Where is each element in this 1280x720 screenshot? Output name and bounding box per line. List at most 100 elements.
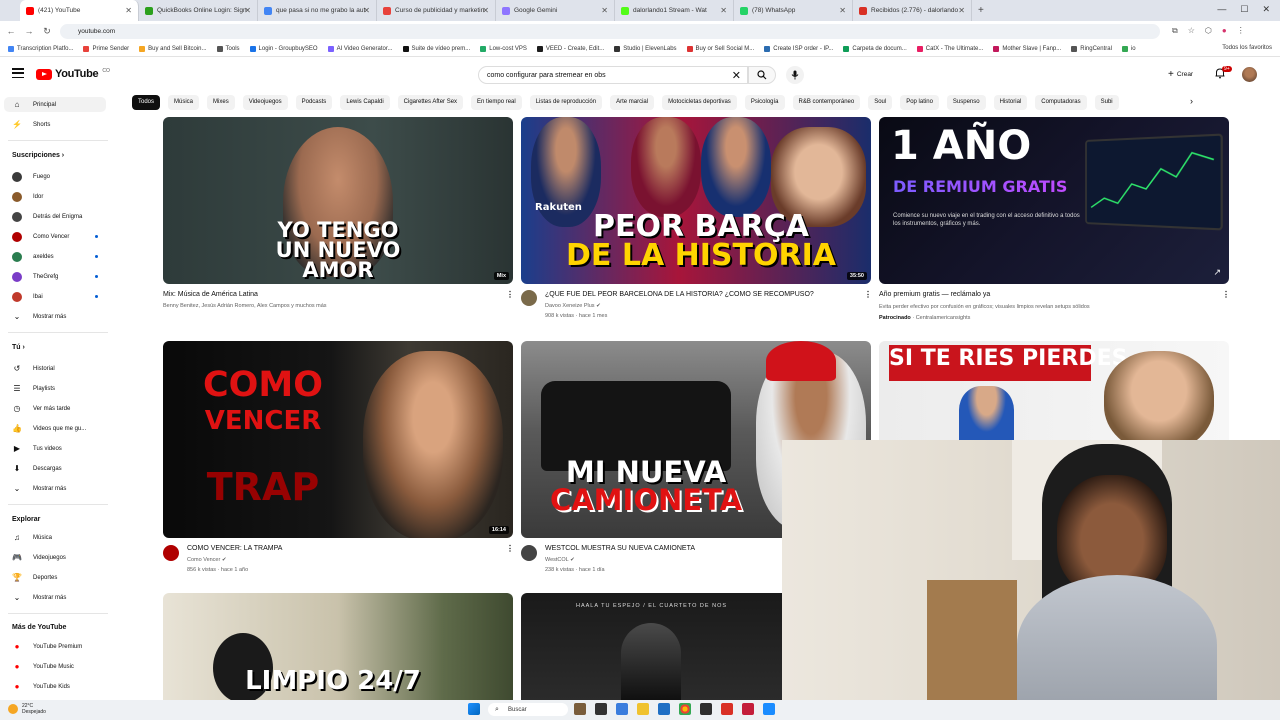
- filter-chip[interactable]: Música: [168, 94, 200, 110]
- bookmark-item[interactable]: Transcription Platfo...: [8, 45, 73, 52]
- sidebar-subscription-item[interactable]: Fuego: [4, 169, 106, 184]
- chrome-icon[interactable]: [679, 703, 691, 715]
- bookmark-item[interactable]: Low-cost VPS: [480, 45, 527, 52]
- channel-name[interactable]: Davoo Xeneize Plus ✔: [545, 303, 601, 309]
- bookmark-item[interactable]: Login - GroupbuySEO: [249, 45, 318, 52]
- menu-icon[interactable]: [12, 68, 24, 78]
- filter-chip[interactable]: Soul: [868, 94, 893, 110]
- video-title[interactable]: WESTCOL MUESTRA SU NUEVA CAMIONETA: [545, 545, 695, 552]
- browser-tab[interactable]: Curso de publicidad y marketin ✕: [377, 0, 496, 21]
- sidebar-item[interactable]: ◷ Ver más tarde: [4, 401, 106, 416]
- create-button[interactable]: + Crear: [1162, 66, 1200, 83]
- extensions-icon[interactable]: ⬡: [1205, 26, 1212, 36]
- bookmark-item[interactable]: Buy and Sell Bitcoin...: [139, 45, 207, 52]
- channel-avatar[interactable]: [163, 545, 179, 561]
- new-tab-button[interactable]: +: [978, 5, 984, 16]
- video-title[interactable]: COMO VENCER: LA TRAMPA: [187, 545, 282, 552]
- sidebar-subscription-item[interactable]: Idor: [4, 189, 106, 204]
- browser-tab[interactable]: Recibidos (2.776) - dalorlando ✕: [853, 0, 972, 21]
- filter-chip[interactable]: Mixes: [207, 94, 235, 110]
- show-more-explore[interactable]: ⌄ Mostrar más: [4, 590, 106, 605]
- bookmark-item[interactable]: io: [1121, 45, 1136, 52]
- sidebar-item[interactable]: 🎮 Videojuegos: [4, 550, 106, 565]
- search-button[interactable]: [748, 66, 776, 84]
- tab-close-icon[interactable]: ✕: [125, 6, 132, 15]
- sidebar-item[interactable]: ⬇ Descargas: [4, 461, 106, 476]
- bookmark-item[interactable]: Studio | ElevenLabs: [614, 45, 677, 52]
- sidebar-subscription-item[interactable]: axeldes: [4, 249, 106, 264]
- browser-tab[interactable]: que pasa si no me grabo la aut ✕: [258, 0, 377, 21]
- filter-chip[interactable]: Videojuegos: [242, 94, 288, 110]
- windows-start-icon[interactable]: [468, 703, 480, 715]
- video-thumbnail[interactable]: COMO VENCER TRAP 16:14: [163, 341, 513, 538]
- youtube-logo[interactable]: YouTube CO: [36, 68, 110, 80]
- account-avatar[interactable]: [1242, 67, 1257, 82]
- tab-close-icon[interactable]: ✕: [363, 6, 370, 15]
- store-icon[interactable]: [658, 703, 670, 715]
- video-title[interactable]: Mix: Música de América Latina: [163, 291, 258, 298]
- star-icon[interactable]: ☆: [1188, 26, 1195, 36]
- profile-icon[interactable]: ●: [1222, 26, 1227, 36]
- sidebar-subscription-item[interactable]: TheGrefg: [4, 269, 106, 284]
- you-heading[interactable]: Tú ›: [12, 344, 25, 351]
- sidebar-subscription-item[interactable]: Ibai: [4, 289, 106, 304]
- channel-name[interactable]: WestCOL ✔: [545, 557, 575, 563]
- filter-chip[interactable]: Suspenso: [946, 94, 986, 110]
- maximize-icon[interactable]: ☐: [1240, 4, 1248, 15]
- more-options-icon[interactable]: ⋮: [864, 290, 872, 299]
- task-view-icon[interactable]: [595, 703, 607, 715]
- subscriptions-heading[interactable]: Suscripciones ›: [12, 152, 64, 159]
- video-title[interactable]: Año premium gratis — reclámalo ya: [879, 291, 990, 298]
- browser-tab[interactable]: Google Gemini ✕: [496, 0, 615, 21]
- more-options-icon[interactable]: ⋮: [506, 290, 514, 299]
- minimize-icon[interactable]: —: [1217, 4, 1226, 15]
- sidebar-item[interactable]: ↺ Historial: [4, 361, 106, 376]
- sidebar-item-shorts[interactable]: ⚡ Shorts: [4, 117, 106, 132]
- url-field[interactable]: youtube.com: [60, 23, 1160, 39]
- channel-avatar[interactable]: [521, 290, 537, 306]
- app-icon[interactable]: [742, 703, 754, 715]
- filter-chip[interactable]: Lewis Capaldi: [340, 94, 390, 110]
- sidebar-item[interactable]: ● YouTube Premium: [4, 639, 106, 654]
- back-icon[interactable]: ←: [6, 26, 16, 36]
- widgets-icon[interactable]: [574, 703, 586, 715]
- tab-close-icon[interactable]: ✕: [244, 6, 251, 15]
- clear-search-icon[interactable]: ✕: [732, 69, 741, 82]
- file-explorer-icon[interactable]: [637, 703, 649, 715]
- sidebar-item[interactable]: ♫ Música: [4, 530, 106, 545]
- sidebar-item[interactable]: ☰ Playlists: [4, 381, 106, 396]
- filter-chip[interactable]: Arte marcial: [610, 94, 655, 110]
- browser-tab[interactable]: (421) YouTube ✕: [20, 0, 139, 21]
- browser-tab[interactable]: (78) WhatsApp ✕: [734, 0, 853, 21]
- browser-tab[interactable]: QuickBooks Online Login: Sign ✕: [139, 0, 258, 21]
- forward-icon[interactable]: →: [24, 26, 34, 36]
- bookmark-item[interactable]: Tools: [216, 45, 240, 52]
- edge-icon[interactable]: [616, 703, 628, 715]
- tab-close-icon[interactable]: ✕: [839, 6, 846, 15]
- external-link-icon[interactable]: ↗: [1213, 267, 1221, 278]
- bookmark-item[interactable]: Prime Sender: [83, 45, 129, 52]
- filter-chip[interactable]: Historial: [993, 94, 1028, 110]
- app-icon[interactable]: [700, 703, 712, 715]
- more-options-icon[interactable]: ⋮: [1222, 290, 1230, 299]
- ad-thumbnail[interactable]: 1 AÑO DE REMIUM GRATIS Comience su nuevo…: [879, 117, 1229, 284]
- video-thumbnail[interactable]: Rakuten PEOR BARÇA DE LA HISTORIA 35:50: [521, 117, 871, 284]
- browser-tab[interactable]: dalorlando1 Stream - Wat ✕: [615, 0, 734, 21]
- all-bookmarks-folder[interactable]: Todos los favoritos: [1222, 45, 1272, 51]
- taskbar-search[interactable]: ⌕ Buscar: [488, 703, 568, 716]
- install-icon[interactable]: ⧉: [1172, 26, 1178, 36]
- sidebar-item[interactable]: 🏆 Deportes: [4, 570, 106, 585]
- filter-chip[interactable]: Psicología: [744, 94, 785, 110]
- bookmark-item[interactable]: Mother Slave | Fanp...: [993, 45, 1061, 52]
- show-more-subs[interactable]: ⌄ Mostrar más: [4, 309, 106, 324]
- filter-chip[interactable]: Todos: [132, 94, 161, 110]
- video-title[interactable]: ¿QUE FUE DEL PEOR BARCELONA DE LA HISTOR…: [545, 291, 814, 298]
- video-thumbnail[interactable]: SI TE RIES PIERDES: [879, 341, 1229, 441]
- chevron-right-icon[interactable]: ›: [1190, 96, 1193, 106]
- filter-chip[interactable]: Listas de reproducción: [529, 94, 603, 110]
- bookmark-item[interactable]: AI Video Generator...: [327, 45, 393, 52]
- sidebar-item-home[interactable]: ⌂ Principal: [4, 97, 106, 112]
- channel-name[interactable]: Como Vencer ✔: [187, 557, 226, 563]
- filter-chip[interactable]: Subi: [1094, 94, 1119, 110]
- voice-search-button[interactable]: [786, 66, 804, 84]
